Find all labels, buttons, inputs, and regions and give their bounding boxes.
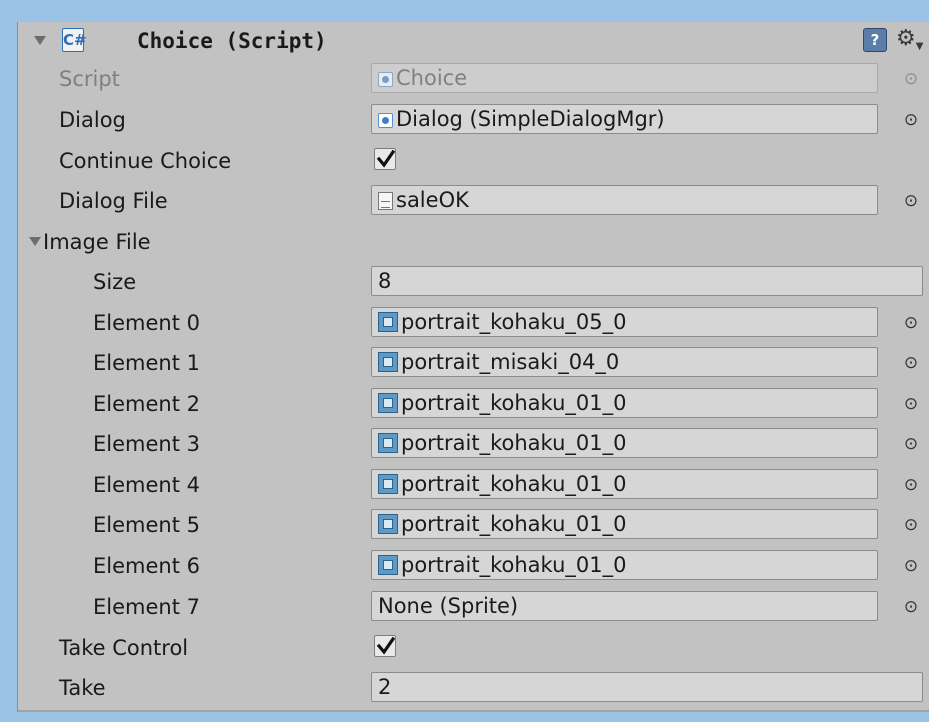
element-field[interactable]: portrait_kohaku_01_0 [371,469,878,499]
script-field: Choice [371,63,878,93]
script-value: Choice [396,66,468,90]
element-label: Element 7 [93,595,200,619]
element-label: Element 5 [93,513,200,537]
element-label: Element 4 [93,473,200,497]
element-label: Element 3 [93,432,200,456]
panel-divider [18,710,929,712]
element-field[interactable]: portrait_kohaku_01_0 [371,509,878,539]
property-row-script: Script Choice ⊙ [18,60,929,98]
sprite-icon [378,312,398,332]
object-picker-icon[interactable]: ⊙ [898,594,924,620]
object-picker-icon[interactable]: ⊙ [898,512,924,538]
text-asset-icon [378,192,393,210]
size-input[interactable]: 8 [371,266,923,296]
property-row-image-file[interactable]: Image File [18,223,929,261]
dialog-file-value: saleOK [396,188,469,212]
take-label: Take [59,676,106,700]
element-field[interactable]: portrait_kohaku_01_0 [371,428,878,458]
element-field[interactable]: portrait_misaki_04_0 [371,347,878,377]
element-label: Element 2 [93,392,200,416]
script-asset-icon [378,113,393,128]
element-value: portrait_kohaku_01_0 [401,553,627,577]
property-row-dialog: Dialog Dialog (SimpleDialogMgr) ⊙ [18,101,929,139]
element-value: portrait_misaki_04_0 [401,350,620,374]
settings-gear-icon[interactable]: ⚙▼ [896,25,928,53]
checkmark-icon [376,149,396,168]
script-asset-icon [378,72,393,87]
object-picker-icon[interactable]: ⊙ [898,431,924,457]
element-value: portrait_kohaku_01_0 [401,391,627,415]
foldout-arrow-icon[interactable] [29,237,41,246]
element-field[interactable]: None (Sprite) [371,591,878,621]
property-row-take: Take 2 [18,669,929,707]
property-row-element: Element 1 portrait_misaki_04_0 ⊙ [18,344,929,382]
take-control-checkbox[interactable] [374,635,396,657]
element-value: portrait_kohaku_01_0 [401,431,627,455]
element-value: portrait_kohaku_05_0 [401,310,627,334]
sprite-icon [378,514,398,534]
dialog-field[interactable]: Dialog (SimpleDialogMgr) [371,104,878,134]
element-field[interactable]: portrait_kohaku_01_0 [371,550,878,580]
checkmark-icon [376,636,396,655]
sprite-icon [378,393,398,413]
element-value: portrait_kohaku_01_0 [401,472,627,496]
property-row-element: Element 3 portrait_kohaku_01_0 ⊙ [18,425,929,463]
element-value: portrait_kohaku_01_0 [401,512,627,536]
inspector-panel: C# Choice (Script) ? ⚙▼ Script Choice ⊙ … [17,22,929,712]
dialog-label: Dialog [59,108,126,132]
object-picker-icon: ⊙ [903,69,919,89]
script-label: Script [59,67,120,91]
help-book-icon[interactable]: ? [863,28,887,52]
element-label: Element 6 [93,554,200,578]
property-row-element: Element 2 portrait_kohaku_01_0 ⊙ [18,385,929,423]
sprite-icon [378,474,398,494]
size-label: Size [93,270,137,294]
element-label: Element 1 [93,351,200,375]
object-picker-icon[interactable]: ⊙ [898,350,924,376]
property-row-element: Element 7 None (Sprite) ⊙ [18,588,929,626]
property-row-element: Element 4 portrait_kohaku_01_0 ⊙ [18,466,929,504]
component-header[interactable]: C# Choice (Script) ? ⚙▼ [18,22,929,60]
element-label: Element 0 [93,311,200,335]
object-picker-icon[interactable]: ⊙ [898,472,924,498]
object-picker-icon[interactable]: ⊙ [898,553,924,579]
object-picker-icon[interactable]: ⊙ [898,188,924,214]
dialog-file-label: Dialog File [59,189,168,213]
object-picker-icon[interactable]: ⊙ [898,310,924,336]
dialog-value: Dialog (SimpleDialogMgr) [396,107,665,131]
property-row-size: Size 8 [18,263,929,301]
property-row-continue-choice: Continue Choice [18,142,929,180]
sprite-icon [378,433,398,453]
property-row-element: Element 0 portrait_kohaku_05_0 ⊙ [18,304,929,342]
object-picker-icon[interactable]: ⊙ [898,391,924,417]
sprite-icon [378,555,398,575]
element-field[interactable]: portrait_kohaku_05_0 [371,307,878,337]
csharp-script-icon: C# [62,28,87,52]
component-title: Choice (Script) [137,29,327,53]
object-picker-icon[interactable]: ⊙ [898,107,924,133]
take-control-label: Take Control [59,636,189,660]
property-row-dialog-file: Dialog File saleOK ⊙ [18,182,929,220]
take-input[interactable]: 2 [371,672,923,702]
dialog-file-field[interactable]: saleOK [371,185,878,215]
property-row-element: Element 6 portrait_kohaku_01_0 ⊙ [18,547,929,585]
continue-choice-label: Continue Choice [59,149,232,173]
property-row-take-control: Take Control [18,629,929,667]
sprite-icon [378,352,398,372]
foldout-arrow-icon[interactable] [34,36,46,45]
element-field[interactable]: portrait_kohaku_01_0 [371,388,878,418]
continue-choice-checkbox[interactable] [374,148,396,170]
image-file-label: Image File [43,230,151,254]
property-row-element: Element 5 portrait_kohaku_01_0 ⊙ [18,506,929,544]
